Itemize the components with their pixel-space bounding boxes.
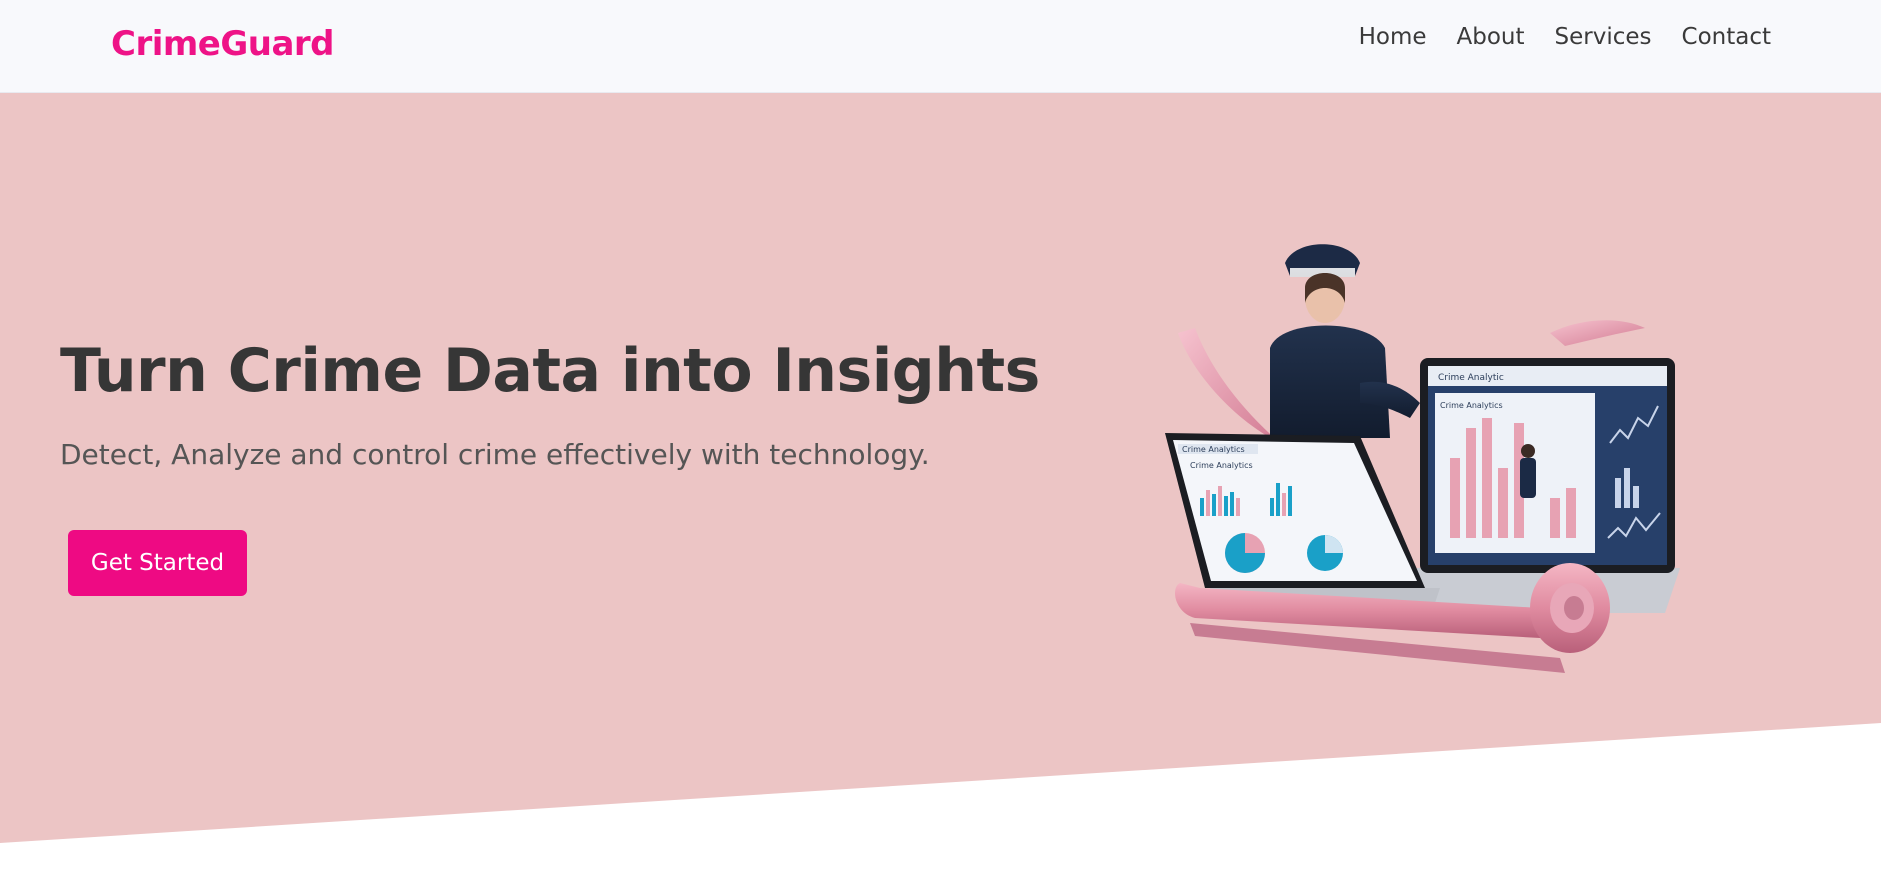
left-screen-title: Crime Analytics bbox=[1182, 445, 1245, 454]
navbar: CrimeGuard Home About Services Contact bbox=[0, 0, 1881, 93]
brand-logo[interactable]: CrimeGuard bbox=[111, 24, 335, 64]
get-started-button[interactable]: Get Started bbox=[68, 530, 247, 596]
nav-link-contact[interactable]: Contact bbox=[1667, 22, 1786, 52]
nav-link-about[interactable]: About bbox=[1442, 22, 1540, 52]
nav-links: Home About Services Contact bbox=[1344, 22, 1786, 52]
right-screen-title: Crime Analytic bbox=[1438, 373, 1504, 383]
ribbon-left bbox=[1178, 328, 1280, 443]
ribbon-right bbox=[1550, 320, 1645, 346]
hero-section: Turn Crime Data into Insights Detect, An… bbox=[0, 93, 1881, 879]
nav-link-home[interactable]: Home bbox=[1344, 22, 1442, 52]
hero-subheadline: Detect, Analyze and control crime effect… bbox=[60, 438, 930, 471]
right-screen-heading: Crime Analytics bbox=[1440, 401, 1503, 410]
officer-figure bbox=[1270, 244, 1420, 438]
hero-headline: Turn Crime Data into Insights bbox=[60, 336, 1040, 406]
nav-link-services[interactable]: Services bbox=[1540, 22, 1667, 52]
hero-illustration: Crime Analytic Crime Analytics Crime Ana… bbox=[1165, 244, 1680, 673]
left-screen-heading: Crime Analytics bbox=[1190, 461, 1253, 470]
